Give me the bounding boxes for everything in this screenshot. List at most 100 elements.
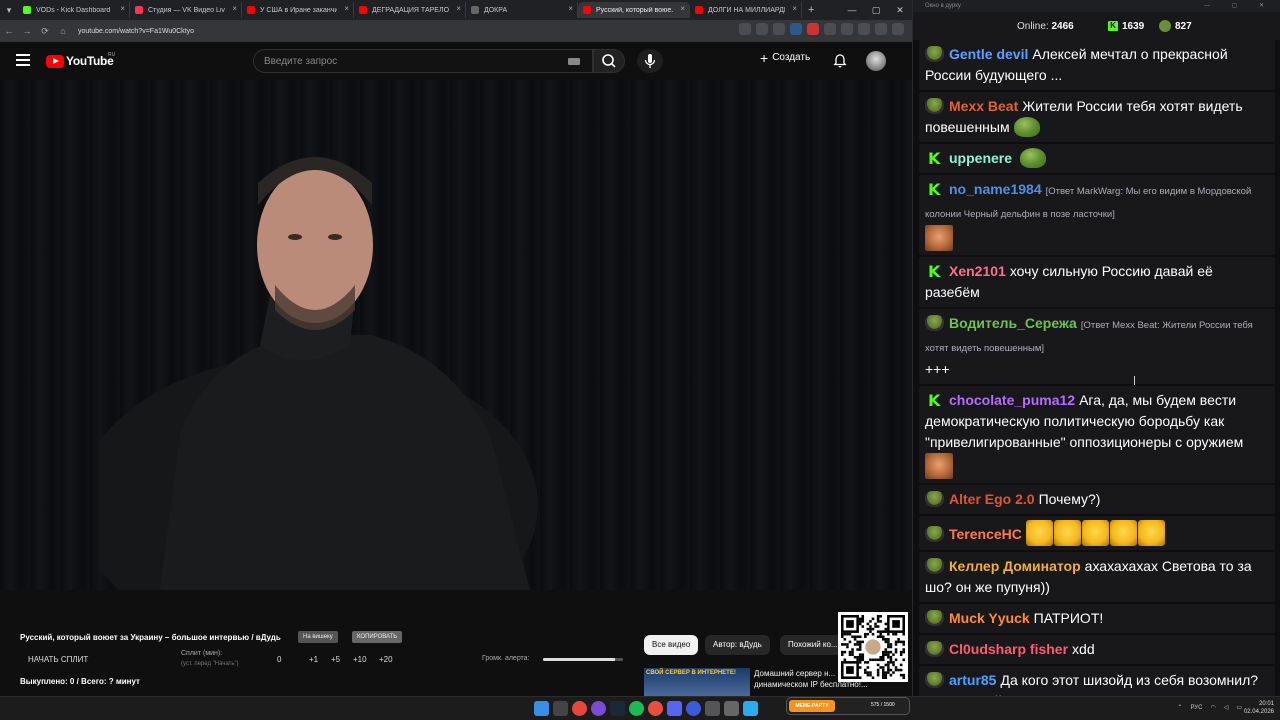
- tab-close-icon[interactable]: ×: [792, 4, 797, 13]
- voice-search-button[interactable]: [637, 49, 663, 73]
- chat-username[interactable]: Muck Yyuck: [949, 610, 1030, 626]
- browser-tab[interactable]: ДОКРА ×: [466, 2, 578, 18]
- app-icon[interactable]: [686, 701, 701, 716]
- app-icon[interactable]: [705, 701, 720, 716]
- avatar[interactable]: [866, 51, 886, 71]
- keyboard-icon[interactable]: [568, 58, 580, 65]
- language-indicator[interactable]: РУС: [1190, 705, 1202, 711]
- download-icon[interactable]: [858, 23, 870, 35]
- chat-message[interactable]: Келлер Доминатор ахахахахах Светова то за…: [919, 552, 1275, 602]
- chat-message[interactable]: Gentle devil Алексей мечтал о прекрасной …: [919, 40, 1275, 90]
- app-icon[interactable]: [724, 701, 739, 716]
- copy-button[interactable]: КОПИРОВАТЬ: [352, 631, 403, 643]
- close-icon[interactable]: ✕: [888, 0, 912, 20]
- chat-message-list[interactable]: Gentle devil Алексей мечтал о прекрасной …: [913, 40, 1280, 696]
- minimize-icon[interactable]: —: [840, 0, 864, 20]
- tab-search-icon[interactable]: ▾: [0, 0, 18, 20]
- tab-close-icon[interactable]: ×: [680, 4, 685, 13]
- live-chip[interactable]: На вишеку: [298, 631, 338, 643]
- spotify-icon[interactable]: [629, 701, 644, 716]
- back-icon[interactable]: ←: [0, 26, 18, 36]
- battery-icon[interactable]: ▭: [1236, 704, 1242, 711]
- tray-chevron-icon[interactable]: ⌃: [1177, 704, 1182, 711]
- chat-username[interactable]: TerenceHC: [949, 526, 1022, 542]
- profile-icon[interactable]: [875, 23, 887, 35]
- split-add-1-button[interactable]: +1: [309, 655, 318, 664]
- windows-start-icon[interactable]: [534, 701, 549, 716]
- browser-tab[interactable]: У США в Иране заканчива... ×: [242, 2, 354, 18]
- filter-author[interactable]: Автор: вДудь: [705, 635, 770, 655]
- chrome-icon[interactable]: [572, 701, 587, 716]
- reload-icon[interactable]: ⟳: [36, 26, 54, 37]
- app-icon[interactable]: [648, 701, 663, 716]
- meme-party-widget[interactable]: MEME-PARTY 575 / 1500: [786, 697, 910, 715]
- chat-username[interactable]: Келлер Доминатор: [949, 558, 1081, 574]
- chat-message[interactable]: artur85 Да кого этот шизойд из себя возом…: [919, 666, 1275, 696]
- cast-icon[interactable]: [739, 23, 751, 35]
- tab-close-icon[interactable]: ×: [344, 4, 349, 13]
- chat-message[interactable]: Водитель_Сережа [Ответ Mexx Beat: Жители …: [919, 309, 1275, 384]
- browser-tab[interactable]: ДЕГРАДАЦИЯ ТАРЕЛОЧНИ... ×: [354, 2, 466, 18]
- telegram-icon[interactable]: [743, 701, 758, 716]
- search-button[interactable]: [593, 49, 625, 73]
- chat-window-controls[interactable]: — ▢ ✕: [1204, 0, 1274, 12]
- split-add-20-button[interactable]: +20: [379, 655, 393, 664]
- new-tab-icon[interactable]: +: [802, 4, 820, 16]
- forward-icon[interactable]: →: [18, 26, 36, 36]
- chat-message[interactable]: Xen2101хочу сильную Россию давай её разе…: [919, 257, 1275, 307]
- chat-message[interactable]: chocolate_puma12Ага, да, мы будем вести …: [919, 386, 1275, 483]
- chat-username[interactable]: Водитель_Сережа: [949, 315, 1077, 331]
- tab-close-icon[interactable]: ×: [456, 4, 461, 13]
- wifi-icon[interactable]: ◠: [1210, 704, 1215, 711]
- extension-icon[interactable]: [841, 23, 853, 35]
- split-add-10-button[interactable]: +10: [353, 655, 367, 664]
- notifications-bell-icon[interactable]: [832, 53, 848, 69]
- chat-message[interactable]: no_name1984[Ответ MarkWarg: Мы его видим…: [919, 175, 1275, 255]
- chat-username[interactable]: Gentle devil: [949, 46, 1028, 62]
- steam-icon[interactable]: [610, 701, 625, 716]
- menu-icon[interactable]: [16, 54, 30, 66]
- start-split-button[interactable]: НАЧАТЬ СПЛИТ: [28, 655, 88, 664]
- zoom-icon[interactable]: [756, 23, 768, 35]
- chat-username[interactable]: uppenere: [949, 150, 1012, 166]
- tab-close-icon[interactable]: ×: [568, 4, 573, 13]
- chat-message[interactable]: uppenere: [919, 144, 1275, 173]
- app-icon[interactable]: [591, 701, 606, 716]
- recommended-video-thumbnail[interactable]: СВОЙ СЕРВЕР В ИНТЕРНЕТЕ!: [644, 668, 750, 696]
- home-icon[interactable]: ⌂: [54, 26, 72, 36]
- chat-username[interactable]: no_name1984: [949, 181, 1042, 197]
- tab-close-icon[interactable]: ×: [232, 4, 237, 13]
- search-input[interactable]: [254, 50, 554, 72]
- search-icon[interactable]: [553, 701, 568, 716]
- discord-icon[interactable]: [667, 701, 682, 716]
- chat-username[interactable]: Xen2101: [949, 263, 1006, 279]
- chat-username[interactable]: Alter Ego 2.0: [949, 491, 1035, 507]
- chat-username[interactable]: artur85: [949, 672, 996, 688]
- extension-icon[interactable]: [807, 23, 819, 35]
- chat-username[interactable]: Mexx Beat: [949, 98, 1018, 114]
- bookmark-star-icon[interactable]: [773, 23, 785, 35]
- extension-icon[interactable]: [824, 23, 836, 35]
- chat-message[interactable]: Cl0udsharp fisher xdd: [919, 635, 1275, 664]
- video-player[interactable]: [0, 80, 912, 590]
- maximize-icon[interactable]: ▢: [864, 0, 888, 20]
- menu-dots-icon[interactable]: [892, 23, 904, 35]
- chat-message[interactable]: Alter Ego 2.0 Почему?): [919, 485, 1275, 514]
- volume-icon[interactable]: ◁: [1224, 704, 1229, 711]
- browser-tab[interactable]: Студия — VK Видео Live ×: [130, 2, 242, 18]
- extension-icon[interactable]: [790, 23, 802, 35]
- split-add-5-button[interactable]: +5: [331, 655, 340, 664]
- filter-all-videos[interactable]: Все видео: [644, 635, 699, 655]
- chat-username[interactable]: chocolate_puma12: [949, 392, 1075, 408]
- create-button[interactable]: + Создать: [760, 51, 810, 65]
- alert-volume-slider[interactable]: [543, 658, 623, 661]
- youtube-logo[interactable]: YouTube RU: [46, 52, 115, 68]
- browser-tab[interactable]: ДОЛГИ НА МИЛЛИАРДЫ Р... ×: [690, 2, 802, 18]
- chat-message[interactable]: Muck Yyuck ПАТРИОТ!: [919, 604, 1275, 633]
- browser-tab[interactable]: VODs - Kick Dashboard ×: [18, 2, 130, 18]
- browser-tab[interactable]: Русский, который воюе... ×: [578, 2, 690, 18]
- url-field[interactable]: youtube.com/watch?v=Fa1Wu0Cktyo: [78, 28, 194, 35]
- clock[interactable]: 20:01 02.04.2026: [1244, 700, 1274, 716]
- filter-similar[interactable]: Похожий ко...: [780, 635, 844, 655]
- chat-username[interactable]: Cl0udsharp fisher: [949, 641, 1068, 657]
